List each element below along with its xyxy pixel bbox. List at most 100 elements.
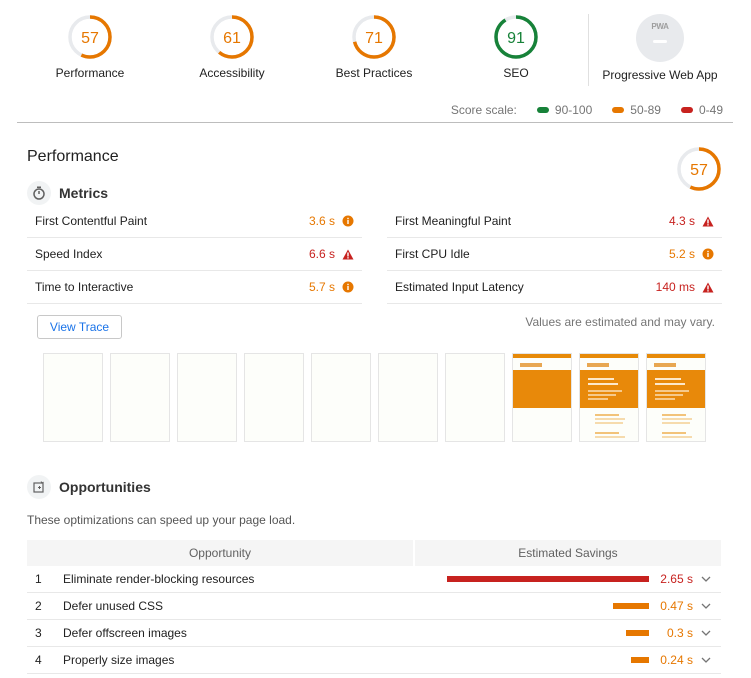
- metric-row: First Contentful Paint 3.6 s: [27, 205, 362, 238]
- metric-value: 5.2 s: [668, 247, 695, 261]
- opportunities-header: Opportunities: [27, 475, 151, 499]
- warning-icon: [701, 215, 714, 227]
- opportunity-row[interactable]: 3 Defer offscreen images 0.3 s: [27, 620, 721, 647]
- metrics-title: Metrics: [59, 185, 109, 201]
- score-scale-label: Score scale:: [450, 103, 517, 117]
- savings-bar-track: [413, 576, 649, 582]
- opportunities-rows: 1 Eliminate render-blocking resources 2.65…: [27, 566, 721, 674]
- score-value: 57: [81, 30, 99, 47]
- opportunity-title: Eliminate render-blocking resources: [63, 572, 255, 586]
- filmstrip-frame: [177, 353, 237, 442]
- header-divider: [17, 122, 733, 123]
- savings-bar: [447, 576, 649, 582]
- metric-row: Estimated Input Latency 140 ms: [387, 271, 722, 304]
- scale-average: 50-89: [612, 103, 661, 117]
- scale-pass: 90-100: [536, 103, 593, 117]
- savings-bar: [626, 630, 649, 636]
- score-ring: 57: [68, 15, 112, 59]
- filmstrip-frame: [311, 353, 371, 442]
- scale-fail-label: 0-49: [698, 103, 723, 117]
- frame-topbar: [513, 354, 571, 358]
- opportunity-icon: [27, 475, 51, 499]
- metric-value: 3.6 s: [308, 214, 335, 228]
- metrics-left-column: First Contentful Paint 3.6 s Speed Index 6.…: [27, 205, 362, 304]
- opportunity-row[interactable]: 4 Properly size images 0.24 s: [27, 647, 721, 674]
- metric-value: 140 ms: [655, 280, 695, 294]
- gauge-best-practices[interactable]: 71 Best Practices: [304, 14, 444, 80]
- opportunity-number: 1: [35, 572, 42, 586]
- metrics-header: Metrics: [27, 181, 108, 205]
- savings-bar: [630, 657, 649, 663]
- warning-icon: [341, 248, 354, 260]
- pwa-badge-icon: PWA: [636, 14, 684, 62]
- info-icon: [701, 248, 714, 260]
- gauge-label: SEO: [503, 66, 529, 80]
- filmstrip: [43, 353, 713, 442]
- opportunity-number: 3: [35, 626, 42, 640]
- savings-value: 0.47 s: [660, 599, 693, 613]
- score-value: 61: [223, 30, 241, 47]
- category-gauges: 57 Performance 61 Accessibility 71 Best Pra…: [0, 0, 751, 100]
- frame-logo: [587, 363, 609, 367]
- savings-value: 0.24 s: [660, 653, 693, 667]
- metric-value: 6.6 s: [308, 247, 335, 261]
- chevron-down-icon[interactable]: [693, 601, 719, 612]
- gauge-divider: [588, 14, 589, 86]
- info-icon: [341, 215, 354, 227]
- gauge-label: Best Practices: [335, 66, 413, 80]
- view-trace-button[interactable]: View Trace: [37, 315, 122, 339]
- opportunity-title: Defer offscreen images: [63, 626, 187, 640]
- metric-name: First Contentful Paint: [35, 214, 148, 228]
- frame-hero: [580, 370, 638, 408]
- opportunity-number: 2: [35, 599, 42, 613]
- frame-topbar: [647, 354, 705, 358]
- metric-name: Time to Interactive: [35, 280, 134, 294]
- performance-title: Performance: [27, 148, 119, 165]
- filmstrip-frame: [110, 353, 170, 442]
- filmstrip-frame: [646, 353, 706, 442]
- metrics-right-column: First Meaningful Paint 4.3 s First CPU Idl…: [387, 205, 722, 304]
- metric-row: First Meaningful Paint 4.3 s: [387, 205, 722, 238]
- opportunity-row[interactable]: 1 Eliminate render-blocking resources 2.65…: [27, 566, 721, 593]
- opportunity-title: Properly size images: [63, 653, 175, 667]
- score-ring: 57: [677, 147, 721, 191]
- estimate-note: Values are estimated and may vary.: [525, 315, 715, 329]
- gauge-label: Performance: [55, 66, 125, 80]
- gauge-pwa[interactable]: PWA Progressive Web App: [590, 14, 730, 82]
- gauge-performance[interactable]: 57 Performance: [20, 14, 160, 80]
- metric-name: Estimated Input Latency: [395, 280, 524, 294]
- gauge-label: Progressive Web App: [602, 68, 718, 82]
- score-scale: Score scale: 90-100 50-89 0-49: [451, 103, 723, 117]
- metric-name: First Meaningful Paint: [395, 214, 512, 228]
- chevron-down-icon[interactable]: [693, 628, 719, 639]
- chevron-down-icon[interactable]: [693, 574, 719, 585]
- gauge-seo[interactable]: 91 SEO: [446, 14, 586, 80]
- savings-bar-track: [413, 657, 649, 663]
- performance-section-gauge: 57: [676, 146, 722, 195]
- info-icon: [341, 281, 354, 293]
- frame-logo: [520, 363, 542, 367]
- metric-row: Speed Index 6.6 s: [27, 238, 362, 271]
- opportunity-row[interactable]: 2 Defer unused CSS 0.47 s: [27, 593, 721, 620]
- metric-value: 4.3 s: [668, 214, 695, 228]
- chevron-down-icon[interactable]: [693, 655, 719, 666]
- pwa-dash: [653, 40, 667, 43]
- savings-bar-track: [413, 630, 649, 636]
- opportunity-title: Defer unused CSS: [63, 599, 164, 613]
- gauge-accessibility[interactable]: 61 Accessibility: [162, 14, 302, 80]
- opportunities-table-header: Opportunity Estimated Savings: [27, 540, 721, 566]
- filmstrip-frame: [43, 353, 103, 442]
- fail-dot-icon: [680, 107, 693, 113]
- scale-fail: 0-49: [680, 103, 723, 117]
- filmstrip-frame: [244, 353, 304, 442]
- score-ring: 71: [352, 15, 396, 59]
- scale-average-label: 50-89: [630, 103, 661, 117]
- scale-pass-label: 90-100: [554, 103, 593, 117]
- savings-value: 2.65 s: [660, 572, 693, 586]
- filmstrip-frame: [378, 353, 438, 442]
- metric-value: 5.7 s: [308, 280, 335, 294]
- savings-bar: [613, 603, 649, 609]
- score-ring: 61: [210, 15, 254, 59]
- opportunities-description: These optimizations can speed up your pa…: [27, 513, 296, 527]
- filmstrip-frame: [512, 353, 572, 442]
